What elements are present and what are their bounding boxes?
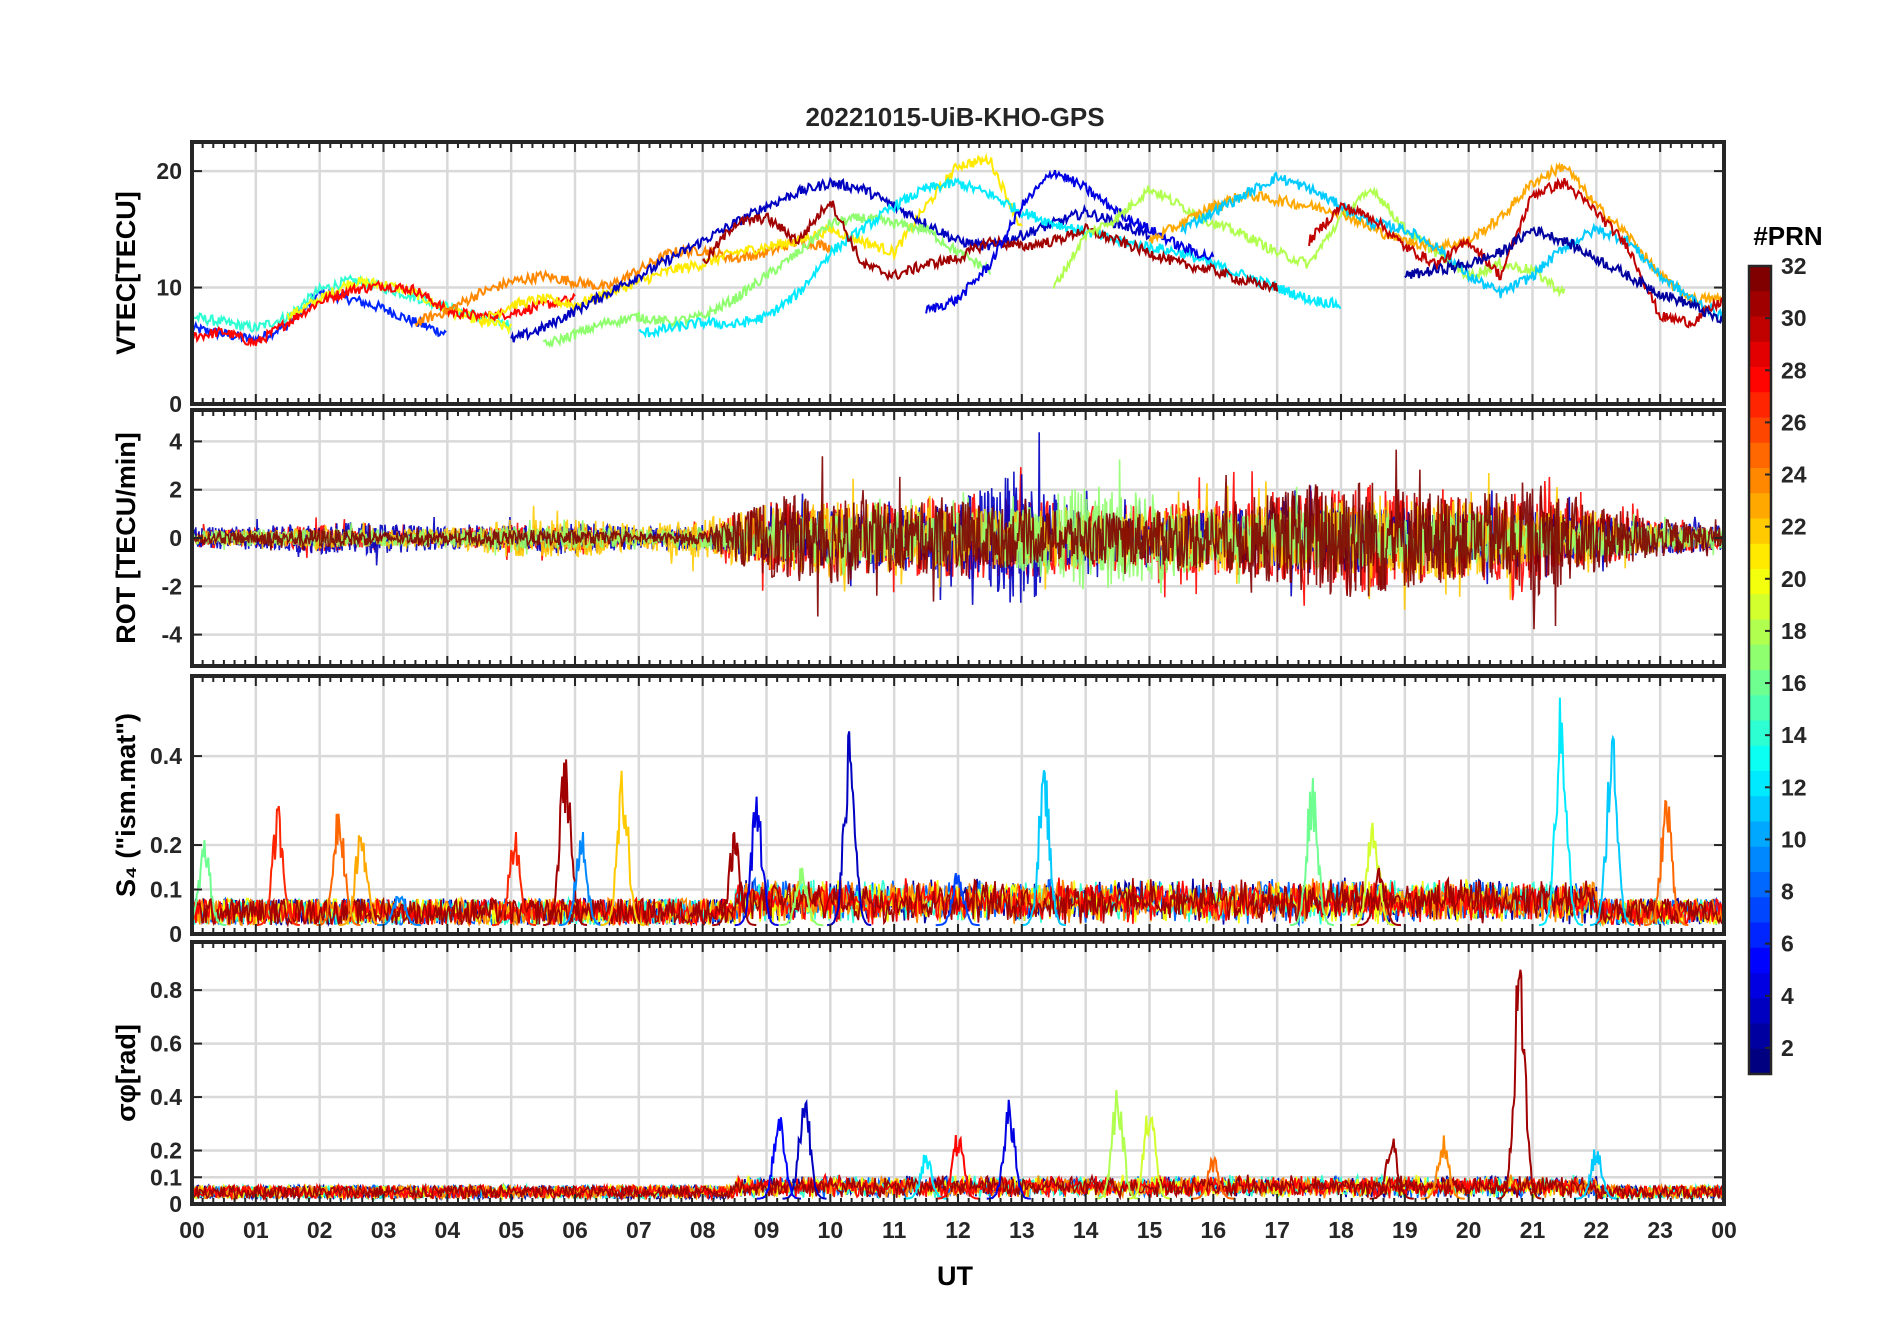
y-tick-label: 0.4 [150, 1084, 182, 1110]
colorbar-segment [1749, 291, 1771, 318]
colorbar-segment [1749, 846, 1771, 873]
colorbar-tick-label: 14 [1781, 722, 1807, 748]
colorbar-segment [1749, 720, 1771, 747]
x-tick-label: 11 [882, 1217, 907, 1243]
colorbar-tick-label: 28 [1781, 357, 1807, 383]
y-axis-label-s4: S₄ ("ism.mat") [111, 713, 141, 897]
colorbar-title: #PRN [1753, 221, 1822, 251]
colorbar-segment [1749, 518, 1771, 545]
colorbar-tick-label: 16 [1781, 670, 1807, 696]
y-tick-label: 10 [156, 275, 182, 301]
y-tick-label: 0 [169, 391, 182, 417]
x-tick-label: 16 [1201, 1217, 1227, 1243]
x-tick-label: 00 [179, 1217, 205, 1243]
x-tick-label: 18 [1328, 1217, 1354, 1243]
x-tick-label: 15 [1137, 1217, 1163, 1243]
y-tick-label: 0 [169, 1191, 182, 1217]
colorbar-segment [1749, 493, 1771, 520]
x-tick-label: 06 [562, 1217, 588, 1243]
colorbar-segment [1749, 644, 1771, 671]
y-tick-label: 0.2 [150, 832, 182, 858]
colorbar-tick-label: 10 [1781, 826, 1807, 852]
colorbar-segment [1749, 392, 1771, 419]
colorbar-tick-label: 32 [1781, 253, 1807, 279]
colorbar-segment [1749, 745, 1771, 772]
y-axis-label-sigma_phi: σφ[rad] [111, 1024, 141, 1122]
x-axis-label: UT [937, 1261, 973, 1291]
colorbar-tick-label: 18 [1781, 618, 1807, 644]
colorbar-segment [1749, 821, 1771, 848]
colorbar-tick-label: 6 [1781, 931, 1794, 957]
colorbar-tick-label: 30 [1781, 305, 1807, 331]
colorbar-tick-label: 4 [1781, 983, 1794, 1009]
colorbar-tick-label: 2 [1781, 1035, 1794, 1061]
y-tick-label: 4 [169, 428, 182, 454]
x-tick-label: 13 [1009, 1217, 1035, 1243]
x-tick-label: 19 [1392, 1217, 1418, 1243]
colorbar-segment [1749, 695, 1771, 722]
colorbar-tick-label: 12 [1781, 774, 1807, 800]
x-tick-label: 02 [307, 1217, 333, 1243]
x-tick-label: 04 [435, 1217, 461, 1243]
y-tick-label: -2 [162, 573, 182, 599]
y-tick-label: 2 [169, 477, 182, 503]
y-tick-label: 0 [169, 525, 182, 551]
y-tick-label: 0.2 [150, 1138, 182, 1164]
x-tick-label: 09 [754, 1217, 780, 1243]
x-tick-label: 12 [945, 1217, 971, 1243]
colorbar-segment [1749, 998, 1771, 1025]
colorbar-tick-label: 20 [1781, 566, 1807, 592]
x-tick-label: 07 [626, 1217, 652, 1243]
x-tick-label: 21 [1520, 1217, 1546, 1243]
colorbar-tick-label: 22 [1781, 514, 1807, 540]
y-tick-label: 0.1 [150, 877, 182, 903]
x-tick-label: 23 [1647, 1217, 1673, 1243]
x-tick-label: 00 [1711, 1217, 1737, 1243]
colorbar-segment [1749, 1048, 1771, 1075]
colorbar-segment [1749, 543, 1771, 570]
x-tick-label: 05 [498, 1217, 524, 1243]
y-axis-label-rot: ROT [TECU/min] [111, 432, 141, 643]
colorbar-segment [1749, 569, 1771, 595]
colorbar-segment [1749, 619, 1771, 646]
y-tick-label: -4 [162, 622, 183, 648]
colorbar-segment [1749, 468, 1771, 494]
y-tick-label: 0.6 [150, 1031, 182, 1057]
colorbar-segment [1749, 796, 1771, 823]
colorbar-segment [1749, 594, 1771, 621]
colorbar-segment [1749, 442, 1771, 469]
colorbar-segment [1749, 417, 1771, 444]
colorbar-segment [1749, 341, 1771, 368]
x-tick-label: 03 [371, 1217, 397, 1243]
colorbar-tick-label: 24 [1781, 462, 1807, 488]
colorbar-segment [1749, 266, 1771, 292]
y-tick-label: 20 [156, 158, 182, 184]
colorbar-segment [1749, 872, 1771, 898]
x-tick-label: 17 [1264, 1217, 1290, 1243]
x-tick-label: 01 [243, 1217, 269, 1243]
chart-figure: 20221015-UiB-KHO-GPS 01020VTEC[TECU]-4-2… [0, 0, 1902, 1330]
colorbar-segment [1749, 897, 1771, 924]
colorbar-tick-label: 8 [1781, 879, 1794, 905]
colorbar-tick-label: 26 [1781, 409, 1807, 435]
x-tick-label: 22 [1584, 1217, 1610, 1243]
x-tick-label: 10 [818, 1217, 844, 1243]
y-tick-label: 0.8 [150, 977, 182, 1003]
x-tick-label: 14 [1073, 1217, 1099, 1243]
y-tick-label: 0.4 [150, 743, 182, 769]
colorbar-segment [1749, 771, 1771, 797]
y-axis-label-vtec: VTEC[TECU] [111, 191, 141, 355]
x-tick-label: 08 [690, 1217, 716, 1243]
y-tick-label: 0 [169, 921, 182, 947]
x-tick-label: 20 [1456, 1217, 1482, 1243]
chart-title: 20221015-UiB-KHO-GPS [805, 102, 1104, 132]
y-tick-label: 0.1 [150, 1164, 182, 1190]
colorbar-segment [1749, 1023, 1771, 1050]
colorbar-segment [1749, 316, 1771, 343]
colorbar-segment [1749, 947, 1771, 974]
